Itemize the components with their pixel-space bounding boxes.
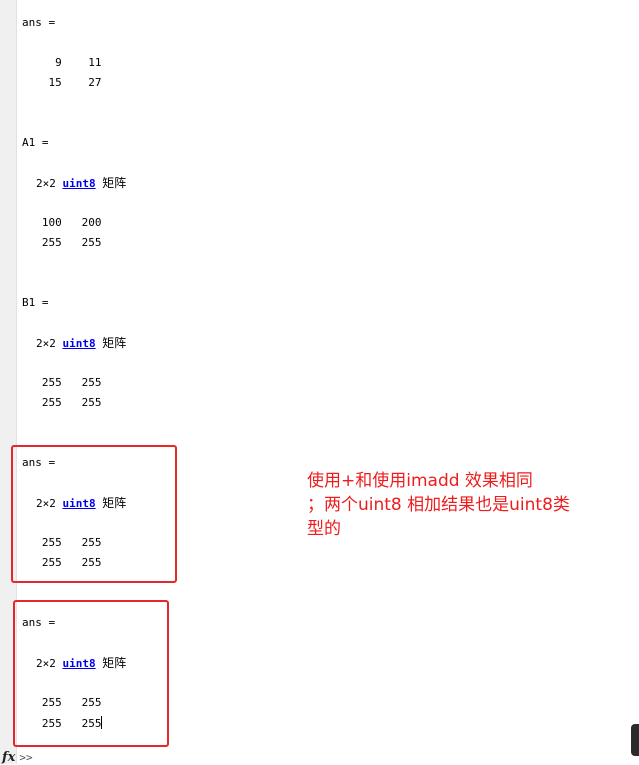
output-header: ans = — [22, 16, 56, 29]
command-prompt[interactable]: fx >> — [2, 751, 33, 765]
matrix-row: 100 200 — [22, 216, 102, 229]
output-header: ans = — [22, 456, 56, 469]
matrix-kind: 矩阵 — [102, 656, 127, 670]
output-header: ans = — [22, 616, 56, 629]
matrix-row: 15 27 — [22, 76, 102, 89]
matrix-row: 255 255 — [22, 536, 102, 549]
matrix-size-info: 2×2 uint8 矩阵 — [36, 176, 126, 191]
matrix-row: 255 255 — [22, 376, 102, 389]
uint8-link[interactable]: uint8 — [63, 497, 96, 510]
matrix-row: 255 255 — [22, 717, 102, 730]
matrix-row: 255 255 — [22, 556, 102, 569]
text-cursor — [101, 716, 103, 729]
matrix-row: 255 255 — [22, 236, 102, 249]
scrollbar-thumb[interactable] — [631, 724, 639, 756]
output-header: A1 = — [22, 136, 49, 149]
matrix-size: 2×2 — [36, 657, 56, 670]
matrix-size-info: 2×2 uint8 矩阵 — [36, 656, 126, 671]
annotation-line: ；两个uint8 相加结果也是uint8类 — [307, 495, 570, 515]
prompt-arrows: >> — [19, 751, 33, 764]
matrix-row: 255 255 — [22, 396, 102, 409]
matrix-size: 2×2 — [36, 177, 56, 190]
uint8-link[interactable]: uint8 — [63, 177, 96, 190]
annotation-line: 使用+和使用imadd 效果相同 — [307, 471, 533, 491]
matrix-row: 9 11 — [22, 56, 102, 69]
matrix-kind: 矩阵 — [102, 176, 127, 190]
fx-icon[interactable]: fx — [2, 750, 15, 765]
matrix-kind: 矩阵 — [102, 496, 127, 510]
matrix-size-info: 2×2 uint8 矩阵 — [36, 336, 126, 351]
matrix-row: 255 255 — [22, 696, 102, 709]
annotation-line: 型的 — [307, 519, 341, 539]
uint8-link[interactable]: uint8 — [63, 657, 96, 670]
matrix-size: 2×2 — [36, 337, 56, 350]
matrix-size-info: 2×2 uint8 矩阵 — [36, 496, 126, 511]
matrix-size: 2×2 — [36, 497, 56, 510]
output-header: B1 = — [22, 296, 49, 309]
uint8-link[interactable]: uint8 — [63, 337, 96, 350]
matrix-row-with-cursor[interactable]: 255 255 — [22, 716, 103, 731]
annotation-note: 使用+和使用imadd 效果相同 ；两个uint8 相加结果也是uint8类 型… — [307, 469, 632, 541]
matrix-kind: 矩阵 — [102, 336, 127, 350]
